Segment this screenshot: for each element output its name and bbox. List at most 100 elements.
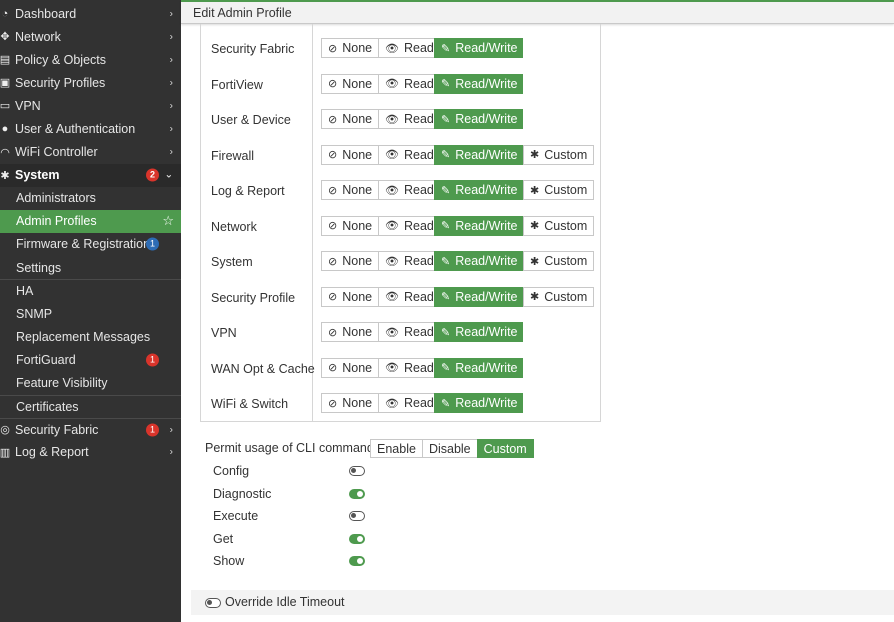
network-custom-button[interactable]: ✱ Custom <box>523 215 594 236</box>
firewall-custom-button[interactable]: ✱ Custom <box>523 144 594 165</box>
system-read-button[interactable]: 👁 Read <box>378 251 435 271</box>
sidebar-item-label: VPN <box>15 98 41 113</box>
vpn-read-write-button[interactable]: ✎ Read/Write <box>434 322 523 342</box>
network-read-write-button[interactable]: ✎ Read/Write <box>434 215 523 236</box>
sidebar-item-network[interactable]: ✥ Network › <box>0 25 181 48</box>
button-label: Read/Write <box>455 360 518 375</box>
chevron-right-icon: › <box>169 8 173 20</box>
diagnostic-toggle[interactable] <box>349 488 365 499</box>
star-icon[interactable]: ☆ <box>162 213 174 229</box>
sidebar-item-user-authentication[interactable]: ● User & Authentication › <box>0 117 181 140</box>
sidebar-item-administrators[interactable]: Administrators <box>0 187 181 210</box>
sidebar-item-security-fabric[interactable]: ◎ Security Fabric 1 › <box>0 417 181 441</box>
permission-toggle-group: ⊘ None 👁 Read ✎ Read/Write <box>321 38 523 58</box>
system-read-write-button[interactable]: ✎ Read/Write <box>434 251 523 271</box>
sidebar-item-fortiguard[interactable]: FortiGuard 1 <box>0 348 181 371</box>
sidebar-item-dashboard[interactable]: ◔ Dashboard › <box>0 2 181 25</box>
wan-opt-cache-read-button[interactable]: 👁 Read <box>378 357 435 378</box>
wifi-switch-read-button[interactable]: 👁 Read <box>378 393 435 413</box>
sidebar-item-settings[interactable]: Settings <box>0 256 181 279</box>
cli-custom-button[interactable]: Custom <box>476 439 534 458</box>
sidebar-item-log-report[interactable]: ▥ Log & Report › <box>0 441 181 464</box>
security-profile-custom-button[interactable]: ✱ Custom <box>523 286 594 307</box>
chevron-right-icon: › <box>169 54 173 66</box>
log-report-none-button[interactable]: ⊘ None <box>321 180 379 200</box>
security-profile-read-write-button[interactable]: ✎ Read/Write <box>434 286 523 307</box>
wifi-switch-none-button[interactable]: ⊘ None <box>321 393 379 413</box>
sidebar-item-vpn[interactable]: ▭ VPN › <box>0 94 181 117</box>
button-label: None <box>342 325 373 339</box>
wifi-switch-read-write-button[interactable]: ✎ Read/Write <box>434 393 523 413</box>
sidebar-item-label: Network <box>15 29 61 44</box>
sidebar-item-label: Replacement Messages <box>16 329 151 344</box>
cli-disable-button[interactable]: Disable <box>421 439 478 458</box>
vpn-none-button[interactable]: ⊘ None <box>321 322 379 342</box>
sidebar-item-wifi-controller[interactable]: ◠ WiFi Controller › <box>0 141 181 164</box>
permission-toggle-group: ⊘ None 👁 Read ✎ Read/Write ✱ Custom <box>321 286 594 307</box>
button-label: Read/Write <box>455 289 518 304</box>
eye-icon: 👁 <box>385 397 399 410</box>
user-device-none-button[interactable]: ⊘ None <box>321 109 379 129</box>
cli-enable-button[interactable]: Enable <box>370 439 423 458</box>
firewall-read-button[interactable]: 👁 Read <box>378 144 435 165</box>
security-profile-none-button[interactable]: ⊘ None <box>321 286 379 307</box>
permission-label: VPN <box>211 326 237 340</box>
chevron-right-icon: › <box>169 77 173 89</box>
sidebar-item-label: SNMP <box>16 306 53 321</box>
vpn-read-button[interactable]: 👁 Read <box>378 322 435 342</box>
user-device-read-write-button[interactable]: ✎ Read/Write <box>434 109 523 129</box>
sidebar-item-replacement-messages[interactable]: Replacement Messages <box>0 325 181 348</box>
idle-timeout-toggle[interactable] <box>205 598 221 608</box>
log-report-read-write-button[interactable]: ✎ Read/Write <box>434 180 523 200</box>
permission-row: WAN Opt & Cache ⊘ None 👁 Read ✎ Read/Write <box>201 357 600 378</box>
network-read-button[interactable]: 👁 Read <box>378 215 435 236</box>
execute-toggle[interactable] <box>349 511 365 521</box>
firewall-read-write-button[interactable]: ✎ Read/Write <box>434 144 523 165</box>
button-label: Read <box>403 112 434 126</box>
sidebar-item-security-profiles[interactable]: ▣ Security Profiles › <box>0 71 181 94</box>
security-fabric-read-button[interactable]: 👁 Read <box>378 38 435 58</box>
wan-opt-cache-read-write-button[interactable]: ✎ Read/Write <box>434 357 523 378</box>
user-icon: ● <box>1 123 9 136</box>
sidebar-item-certificates[interactable]: Certificates <box>0 394 181 418</box>
show-toggle[interactable] <box>349 556 365 566</box>
system-custom-button[interactable]: ✱ Custom <box>523 251 594 271</box>
notification-badge: 1 <box>146 237 159 251</box>
wifi-icon: ◠ <box>0 146 10 159</box>
button-label: Read <box>403 76 434 91</box>
log-report-custom-button[interactable]: ✱ Custom <box>523 180 594 200</box>
ban-icon: ⊘ <box>328 113 338 126</box>
log-report-read-button[interactable]: 👁 Read <box>378 180 435 200</box>
eye-icon: 👁 <box>385 184 399 197</box>
sidebar-item-snmp[interactable]: SNMP <box>0 302 181 325</box>
config-toggle[interactable] <box>349 466 365 476</box>
button-label: Read/Write <box>455 147 518 162</box>
eye-icon: 👁 <box>385 362 399 374</box>
fortiview-none-button[interactable]: ⊘ None <box>321 73 379 94</box>
security-fabric-read-write-button[interactable]: ✎ Read/Write <box>434 38 523 58</box>
permission-label: WiFi & Switch <box>211 397 289 411</box>
sidebar-item-policy-objects[interactable]: ▤ Policy & Objects › <box>0 48 181 71</box>
system-none-button[interactable]: ⊘ None <box>321 251 379 271</box>
security-profile-read-button[interactable]: 👁 Read <box>378 286 435 307</box>
user-device-read-button[interactable]: 👁 Read <box>378 109 435 129</box>
network-none-button[interactable]: ⊘ None <box>321 215 379 236</box>
ban-icon: ⊘ <box>328 78 338 90</box>
chevron-right-icon: › <box>169 146 173 158</box>
permission-row: WiFi & Switch ⊘ None 👁 Read ✎ Read/Write <box>201 393 600 413</box>
fortiview-read-button[interactable]: 👁 Read <box>378 73 435 94</box>
security-fabric-icon: ◎ <box>0 424 10 437</box>
sidebar-item-admin-profiles[interactable]: Admin Profiles ☆ <box>0 209 181 233</box>
cli-command-row: Get <box>213 530 373 548</box>
wan-opt-cache-none-button[interactable]: ⊘ None <box>321 357 379 378</box>
get-toggle[interactable] <box>349 533 365 544</box>
fortiview-read-write-button[interactable]: ✎ Read/Write <box>434 73 523 94</box>
firewall-none-button[interactable]: ⊘ None <box>321 144 379 165</box>
sidebar-item-ha[interactable]: HA <box>0 279 181 302</box>
sidebar-item-label: Security Profiles <box>15 75 106 90</box>
security-fabric-none-button[interactable]: ⊘ None <box>321 38 379 58</box>
idle-timeout-label: Override Idle Timeout <box>225 595 345 609</box>
sidebar-item-system[interactable]: ✱ System 2 ⌄ <box>0 163 181 187</box>
sidebar-item-firmware-registration[interactable]: Firmware & Registration 1 <box>0 233 181 256</box>
sidebar-item-feature-visibility[interactable]: Feature Visibility <box>0 372 181 395</box>
